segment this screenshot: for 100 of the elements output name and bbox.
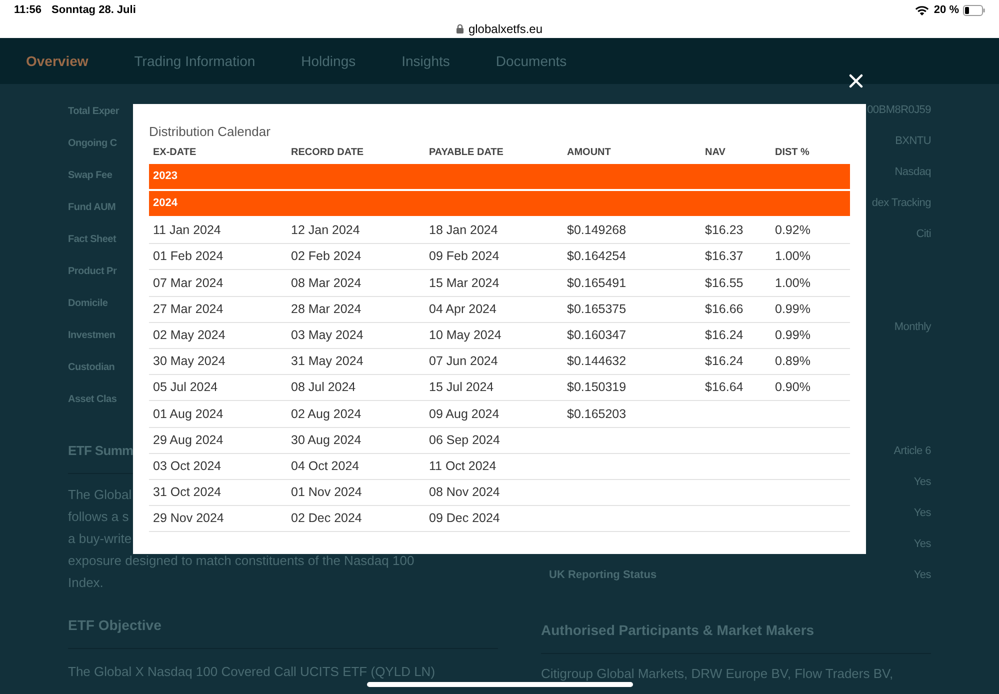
table-cell-text: 29 Nov 2024 (152, 510, 225, 528)
table-cell-text: 04 Apr 2024 (428, 300, 498, 318)
table-cell-text: 09 Dec 2024 (428, 510, 501, 528)
nav-tab[interactable]: Holdings (301, 50, 356, 72)
table-cell-text: 01 Feb 2024 (152, 248, 224, 266)
table-cell-text: 29 Aug 2024 (152, 432, 224, 449)
table-cell-text: 27 Mar 2024 (152, 300, 224, 318)
table-cell-text: 03 Oct 2024 (152, 458, 222, 475)
table-cell-text: 31 Oct 2024 (152, 484, 222, 502)
detail-label: Custodian (68, 360, 115, 374)
wifi-icon (914, 6, 929, 16)
table-cell-text: 0.92% (774, 222, 812, 240)
column-header: AMOUNT (566, 146, 612, 160)
detail-value: 00BM8R0J59 (867, 103, 931, 118)
table-cell-text: 02 Feb 2024 (290, 248, 362, 266)
table-cell-text: $16.66 (704, 300, 744, 318)
section-heading: ETF Objective (68, 617, 162, 633)
table-cell-text: 01 Nov 2024 (290, 484, 363, 502)
summary-text-line: a buy-write (68, 530, 132, 548)
nav-tab[interactable]: Overview (26, 50, 88, 72)
table-cell-text: $16.37 (704, 248, 744, 266)
column-header: PAYABLE DATE (428, 146, 504, 160)
detail-label: Investmen (68, 328, 116, 342)
table-cell-text: $16.24 (704, 326, 744, 344)
detail-value: Monthly (894, 320, 931, 336)
battery-percent: 20 % (934, 3, 959, 18)
detail-value: Yes (914, 475, 931, 490)
detail-label: Fact Sheet (68, 232, 116, 246)
dialog-title: Distribution Calendar (149, 124, 272, 140)
detail-value: BXNTU (895, 134, 931, 150)
summary-text-line: Index. (68, 574, 104, 592)
table-cell-text: $0.165203 (566, 406, 628, 423)
lock-icon (456, 24, 464, 34)
table-cell-text: 09 Feb 2024 (428, 248, 500, 266)
participants-text-line: Citigroup Global Markets, DRW Europe BV, Flow Traders BV, (541, 665, 894, 683)
table-cell-text: 15 Mar 2024 (428, 274, 500, 292)
detail-value: Yes (914, 568, 931, 584)
table-cell-text: 02 Dec 2024 (290, 510, 363, 528)
detail-label: Swap Fee (68, 168, 112, 182)
table-cell-text: $0.150319 (566, 379, 628, 396)
detail-label: Product Pr (68, 264, 117, 278)
table-cell-text: 01 Aug 2024 (152, 406, 224, 423)
table-cell-text: 02 May 2024 (152, 326, 226, 344)
table-cell-text: $0.165491 (566, 274, 628, 292)
detail-value: dex Tracking (872, 196, 931, 212)
table-cell-text: $16.64 (704, 379, 744, 396)
table-cell-text: $16.55 (704, 274, 744, 292)
table-cell-text: 0.99% (774, 326, 812, 344)
battery-icon (963, 5, 985, 16)
nav-tab[interactable]: Trading Information (134, 50, 256, 72)
table-cell-text: 08 Jul 2024 (290, 379, 357, 396)
section-heading: ETF Summ (68, 443, 134, 458)
table-cell-text: 07 Mar 2024 (152, 274, 224, 292)
detail-value: Yes (914, 537, 931, 552)
section-heading: Authorised Participants & Market Makers (541, 622, 814, 638)
table-cell-text: 08 Nov 2024 (428, 484, 501, 502)
table-cell-text: 06 Sep 2024 (428, 432, 501, 449)
table-cell-text: 02 Aug 2024 (290, 406, 362, 423)
summary-text-line: The Global (68, 486, 132, 504)
table-cell-text: 05 Jul 2024 (152, 379, 219, 396)
table-cell-text: $0.164254 (566, 248, 628, 266)
table-cell-text: 03 May 2024 (290, 326, 364, 344)
table-cell-text: 12 Jan 2024 (290, 222, 361, 240)
objective-text-line: The Global X Nasdaq 100 Covered Call UCITS ETF (QYLD LN) (68, 663, 436, 681)
table-cell-text: 30 Aug 2024 (290, 432, 362, 449)
year-row[interactable]: 2023 (149, 164, 850, 189)
table-cell-text: 15 Jul 2024 (428, 379, 495, 396)
table-cell-text: 1.00% (774, 248, 812, 266)
detail-label: Asset Clas (68, 392, 117, 406)
detail-label: Domicile (68, 296, 108, 310)
table-cell-text: 08 Mar 2024 (290, 274, 362, 292)
table-cell-text: 0.89% (774, 353, 812, 370)
table-cell-text: 28 Mar 2024 (290, 300, 362, 318)
table-cell-text: 11 Jan 2024 (152, 222, 222, 240)
table-cell-text: 30 May 2024 (152, 353, 226, 370)
table-cell-text: 0.90% (774, 379, 812, 396)
table-cell-text: $0.144632 (566, 353, 628, 370)
detail-label: Ongoing C (68, 136, 117, 150)
table-cell-text: 10 May 2024 (428, 326, 502, 344)
detail-label: UK Reporting Status (549, 568, 657, 584)
table-cell-text: $0.149268 (566, 222, 628, 240)
column-header: NAV (704, 146, 726, 160)
table-cell-text: 07 Jun 2024 (428, 353, 499, 370)
table-cell-text: 18 Jan 2024 (428, 222, 499, 240)
detail-label: Total Exper (68, 104, 119, 118)
table-cell-text: 09 Aug 2024 (428, 406, 500, 423)
table-cell-text: 1.00% (774, 274, 812, 292)
detail-value: Yes (914, 506, 931, 522)
date-label: Sonntag 28. Juli (52, 3, 136, 18)
nav-tab[interactable]: Documents (496, 50, 567, 72)
summary-text-line: follows a s (68, 508, 129, 526)
detail-label: Fund AUM (68, 200, 116, 214)
url-label[interactable]: globalxetfs.eu (468, 20, 543, 38)
table-cell-text: $0.165375 (566, 300, 628, 318)
detail-value: Citi (916, 227, 931, 242)
table-cell-text: 11 Oct 2024 (428, 458, 498, 475)
table-cell-text: $16.23 (704, 222, 744, 240)
nav-tab[interactable]: Insights (402, 50, 450, 72)
year-row[interactable]: 2024 (149, 191, 850, 216)
table-cell-text: $16.24 (704, 353, 744, 370)
